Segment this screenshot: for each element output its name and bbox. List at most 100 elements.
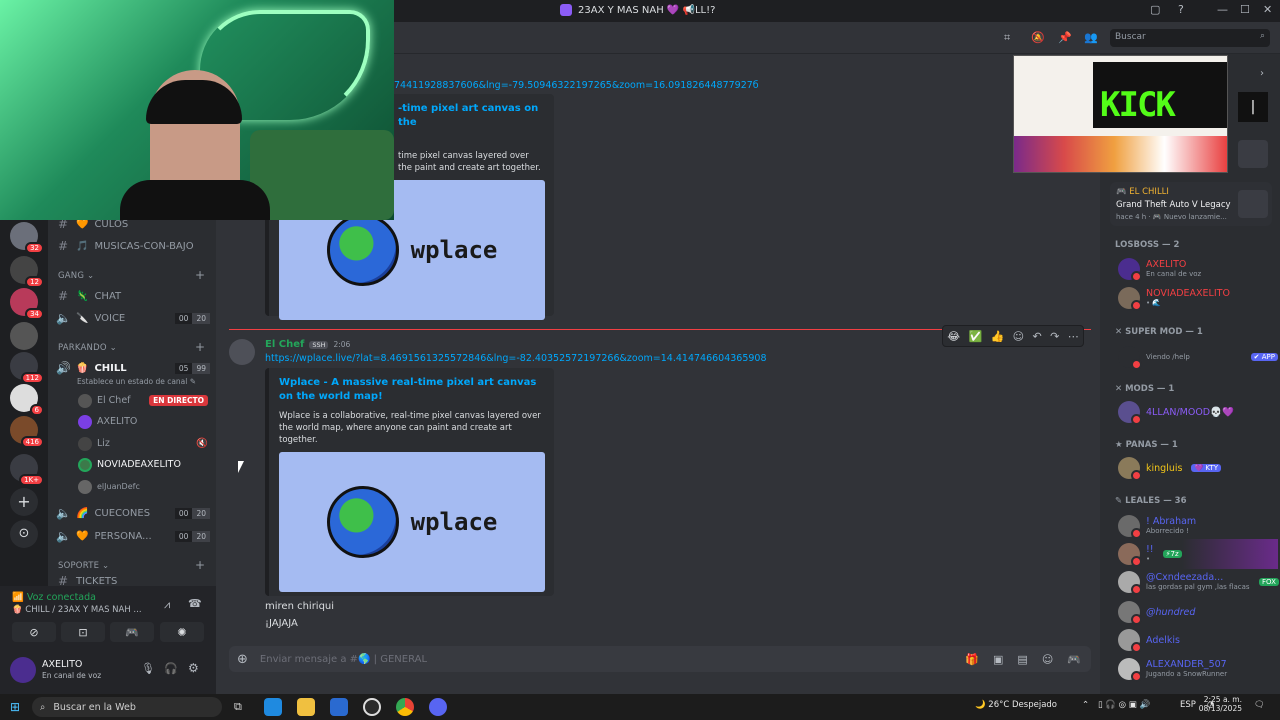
member-item[interactable]: !! • ⚡7z	[1118, 539, 1278, 569]
member-item[interactable]: @hundred	[1118, 597, 1278, 627]
message-input[interactable]: ⊕ Enviar mensaje a #🌎 | GENERAL 🎁 ▣ ▤ ☺ …	[229, 646, 1091, 672]
member-item[interactable]: @Cxndeezada... las gordas pal gym ,las fl…	[1118, 567, 1279, 597]
inbox-icon[interactable]: ▢	[1150, 3, 1160, 16]
add-channel-icon[interactable]: +	[195, 340, 205, 354]
gift-icon[interactable]: 🎁	[965, 653, 979, 666]
pin-icon[interactable]: 📌	[1058, 31, 1072, 44]
embed-image[interactable]: wplace	[279, 452, 545, 592]
app-icon[interactable]	[363, 698, 381, 716]
camera-button[interactable]: ⊘	[12, 622, 56, 642]
channel-chat[interactable]: # 🦎 CHAT	[56, 285, 210, 307]
add-server-icon[interactable]: +	[10, 488, 38, 516]
windows-start-icon[interactable]: ⊞	[10, 700, 20, 714]
mute-bell-icon[interactable]: 🔕	[1031, 31, 1045, 44]
reply-icon[interactable]: ↶	[1032, 330, 1041, 343]
pillow	[250, 130, 394, 220]
reaction-check-button[interactable]: ✅	[968, 330, 982, 343]
voice-user[interactable]: NOVIADEAXELITO	[78, 454, 208, 475]
task-view-icon[interactable]: ⧉	[234, 700, 242, 714]
message-author[interactable]: El Chef	[265, 339, 304, 350]
add-channel-icon[interactable]: +	[195, 268, 205, 282]
notifications-icon[interactable]: 🗨	[1254, 700, 1265, 710]
voice-user[interactable]: Liz 🔇	[78, 433, 208, 454]
settings-gear-icon[interactable]: ⚙	[188, 661, 199, 675]
add-attachment-icon[interactable]: ⊕	[237, 652, 248, 667]
channel-musicas[interactable]: # 🎵 MUSICAS-CON-BAJO	[56, 235, 210, 257]
gif-icon[interactable]: ▣	[993, 653, 1003, 666]
minimize-button[interactable]: —	[1217, 3, 1228, 16]
member-item[interactable]: 4LLAN/MOOD💀💜	[1118, 397, 1278, 427]
server-icon-5[interactable]: 112	[10, 352, 44, 384]
add-channel-icon[interactable]: +	[195, 558, 205, 572]
server-icon-4[interactable]	[10, 322, 38, 350]
help-icon[interactable]: ?	[1178, 3, 1184, 16]
server-icon-1[interactable]: 32	[10, 222, 44, 254]
emoji-icon[interactable]: ☺	[1042, 653, 1053, 666]
language-indicator[interactable]: ESP	[1180, 700, 1196, 710]
edge-icon[interactable]	[264, 698, 282, 716]
headphones-icon[interactable]: 🎧	[164, 662, 178, 675]
channel-status[interactable]: Establece un estado de canal ✎	[77, 377, 196, 386]
channel-persona[interactable]: 🔈 🧡 PERSONA... 00 20	[56, 525, 210, 547]
taskbar-search[interactable]: ⌕ Buscar en la Web	[32, 697, 222, 717]
mic-icon[interactable]: 🎙	[141, 662, 155, 675]
channel-tickets[interactable]: # TICKETS	[56, 576, 210, 586]
chevron-up-icon[interactable]: ⌃	[1082, 700, 1089, 710]
avatar[interactable]	[229, 339, 255, 365]
voice-user[interactable]: elJuanDefc	[78, 476, 208, 497]
member-item[interactable]: AXELITO En canal de voz	[1118, 254, 1278, 284]
weather[interactable]: 🌙 26°C Despejado	[975, 700, 1057, 710]
channel-cuecones[interactable]: 🔈 🌈 CUECONES 00 20	[56, 502, 210, 524]
guild-tag: 💜 KTY	[1191, 464, 1221, 472]
members-icon[interactable]: 👥	[1084, 31, 1098, 44]
discover-icon[interactable]: ⊙	[10, 520, 38, 548]
voice-channel[interactable]: 🍿 CHILL / 23AX Y MAS NAH ...	[12, 605, 142, 615]
category-soporte[interactable]: SOPORTE ⌄	[58, 561, 109, 571]
embed-title[interactable]: Wplace - A massive real-time pixel art c…	[279, 376, 544, 404]
chevron-right-icon[interactable]: ›	[1260, 68, 1264, 79]
member-item[interactable]: Viendo /help ✔ APP	[1118, 342, 1278, 372]
voice-user[interactable]: El Chef EN DIRECTO	[78, 390, 208, 411]
file-explorer-icon[interactable]	[297, 698, 315, 716]
reaction-laugh-button[interactable]: 😂	[947, 330, 960, 343]
reaction-thumbs-button[interactable]: 👍	[991, 330, 1005, 343]
server-icon-2[interactable]: 12	[10, 256, 44, 288]
message-link[interactable]: 74411928837606&lng=-79.50946322197265&zo…	[394, 80, 759, 91]
clock[interactable]: 2:25 a. m. 08/13/2025	[1198, 695, 1242, 713]
close-button[interactable]: ✕	[1263, 3, 1272, 16]
chrome-icon[interactable]	[396, 698, 414, 716]
apps-icon[interactable]: 🎮	[1067, 653, 1081, 666]
server-icon-6[interactable]: 6	[10, 384, 44, 416]
category-gang[interactable]: GANG ⌄	[58, 271, 94, 281]
soundboard-button[interactable]: ✺	[160, 622, 204, 642]
server-icon-8[interactable]: 1K+	[10, 454, 44, 486]
discord-icon[interactable]	[429, 698, 447, 716]
maximize-button[interactable]: ☐	[1240, 3, 1250, 16]
activity-button[interactable]: 🎮	[110, 622, 154, 642]
member-item[interactable]: ALEXANDER_507 Jugando a SnowRunner	[1118, 654, 1278, 684]
member-item[interactable]: NOVIADEAXELITO • 🌊	[1118, 283, 1278, 313]
category-parkando[interactable]: PARKANDO ⌄	[58, 343, 117, 353]
store-icon[interactable]	[330, 698, 348, 716]
avatar[interactable]	[10, 657, 36, 683]
channel-voice[interactable]: 🔈 🔪 VOICE 00 20	[56, 307, 210, 329]
message-link[interactable]: https://wplace.live/?lat=8.4691561325572…	[265, 353, 767, 364]
member-item[interactable]: kingluis 💜 KTY	[1118, 453, 1278, 483]
screenshare-button[interactable]: ⊡	[61, 622, 105, 642]
threads-icon[interactable]: ⌗	[1004, 31, 1010, 45]
add-reaction-icon[interactable]: ☺	[1013, 330, 1024, 343]
channel-chill[interactable]: 🔊 🍿 CHILL 05 99	[56, 357, 210, 379]
server-icon-3[interactable]: 34	[10, 288, 44, 320]
member-item[interactable]: Adelkis	[1118, 625, 1278, 655]
search-input[interactable]: Buscar ⌕	[1110, 29, 1270, 47]
tray-icons[interactable]: ▯ 🎧 ◎ ▣ 🔊	[1098, 700, 1150, 710]
member-item[interactable]: ! Abraham Aborrecido !	[1118, 511, 1278, 541]
voice-status[interactable]: 📶 Voz conectada	[12, 592, 96, 603]
server-icon-7[interactable]: 416	[10, 416, 44, 448]
forward-icon[interactable]: ↷	[1050, 330, 1059, 343]
sticker-icon[interactable]: ▤	[1017, 653, 1027, 666]
voice-user[interactable]: AXELITO	[78, 411, 208, 432]
more-icon[interactable]: ⋯	[1068, 330, 1079, 343]
noise-suppression-icon[interactable]: ⩘	[164, 598, 170, 612]
disconnect-icon[interactable]: ☎	[188, 597, 202, 610]
